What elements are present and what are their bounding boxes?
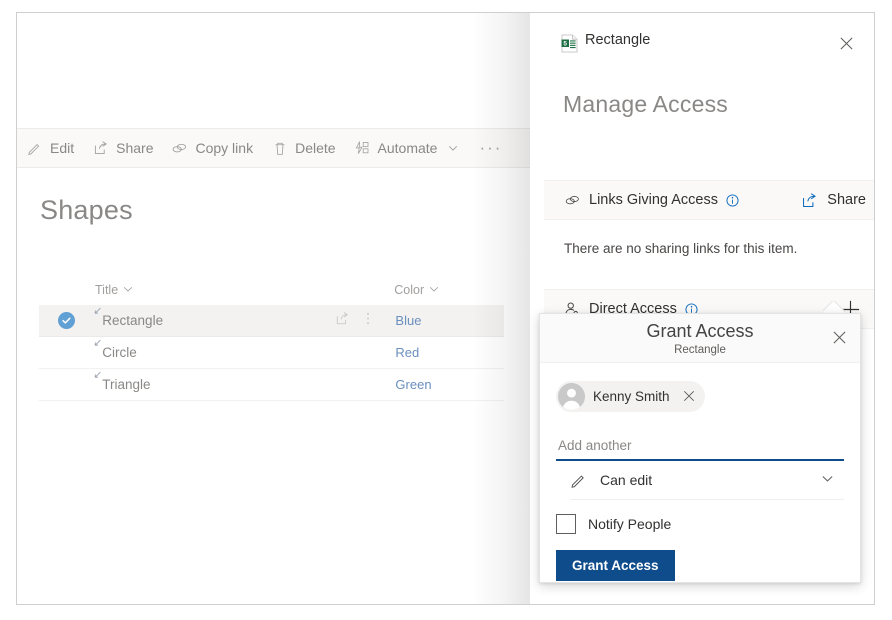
row-actions	[335, 311, 390, 331]
list-region: Edit Share Copy link Delete Automate ···…	[17, 13, 530, 604]
notify-people-row[interactable]: Notify People	[556, 514, 844, 534]
no-sharing-links-text: There are no sharing links for this item…	[564, 241, 798, 256]
links-giving-access-section-header: Links Giving Access Share	[544, 180, 874, 220]
sharepoint-list-file-icon: 5	[561, 34, 578, 58]
command-delete[interactable]: Delete	[262, 129, 344, 167]
grant-access-callout: Grant Access Rectangle Kenny Smith Add a…	[539, 313, 861, 583]
person-avatar-icon	[558, 383, 585, 410]
table-header-row: Title Color	[39, 275, 504, 305]
close-icon[interactable]	[827, 325, 852, 350]
share-link-button[interactable]: Share	[801, 192, 866, 209]
row-color-cell[interactable]: Green	[390, 377, 504, 392]
command-copy-link[interactable]: Copy link	[162, 129, 262, 167]
chevron-down-icon	[123, 284, 133, 297]
row-color-cell[interactable]: Red	[390, 345, 504, 360]
command-share[interactable]: Share	[83, 129, 162, 167]
row-select-cell[interactable]	[39, 312, 94, 329]
selected-person-name: Kenny Smith	[593, 389, 670, 404]
share-link-label: Share	[827, 192, 866, 208]
command-bar: Edit Share Copy link Delete Automate ···	[17, 128, 530, 168]
link-icon	[171, 140, 188, 157]
panel-heading: Manage Access	[563, 91, 728, 117]
panel-title: Rectangle	[585, 32, 651, 48]
chevron-down-icon	[448, 140, 458, 156]
permission-label: Can edit	[600, 472, 653, 488]
table-row[interactable]: Circle Red	[39, 337, 504, 369]
command-edit[interactable]: Edit	[17, 129, 83, 167]
notify-people-checkbox[interactable]	[556, 514, 576, 534]
automate-icon	[354, 140, 371, 157]
more-vertical-icon[interactable]	[366, 311, 370, 331]
shared-indicator-icon	[92, 306, 103, 320]
pencil-icon	[26, 140, 43, 157]
close-icon[interactable]	[833, 30, 859, 56]
row-title-cell: Triangle	[94, 371, 335, 392]
trash-icon	[271, 140, 288, 157]
table-row[interactable]: Triangle Green	[39, 369, 504, 401]
info-icon[interactable]	[726, 193, 739, 207]
links-giving-access-label-group: Links Giving Access	[564, 192, 739, 208]
pencil-icon	[570, 472, 587, 489]
svg-text:5: 5	[563, 41, 567, 48]
row-selected-check-icon	[58, 312, 76, 329]
grant-access-title: Grant Access	[646, 321, 754, 341]
permission-selector[interactable]: Can edit	[570, 461, 844, 500]
command-edit-label: Edit	[50, 140, 75, 156]
table-row[interactable]: Rectangle Blue	[39, 305, 504, 337]
remove-person-icon[interactable]	[678, 389, 700, 405]
add-another-input[interactable]	[556, 436, 844, 454]
command-automate[interactable]: Automate	[345, 129, 468, 167]
chevron-down-icon	[429, 284, 439, 297]
items-table: Title Color Rectangle Blue Circle Red Tr…	[39, 275, 504, 401]
row-title-label: Rectangle	[102, 313, 164, 328]
panel-header: 5 Rectangle	[530, 13, 874, 67]
row-title-cell: Circle	[94, 339, 335, 360]
command-copy-link-label: Copy link	[195, 140, 254, 156]
notify-people-label: Notify People	[588, 516, 672, 532]
screenshot-root: Edit Share Copy link Delete Automate ···…	[0, 0, 892, 620]
grant-access-subtitle: Rectangle	[674, 344, 726, 356]
command-automate-label: Automate	[377, 140, 438, 156]
shared-indicator-icon	[92, 370, 103, 384]
shared-indicator-icon	[92, 338, 103, 352]
row-title-cell: Rectangle	[94, 307, 335, 328]
share-icon	[801, 192, 818, 209]
column-header-color-label: Color	[394, 283, 425, 297]
column-header-color[interactable]: Color	[394, 283, 504, 297]
column-header-title-label: Title	[95, 283, 119, 297]
row-color-cell[interactable]: Blue	[390, 313, 504, 328]
link-icon	[564, 193, 581, 208]
chevron-down-icon	[821, 472, 834, 488]
command-delete-label: Delete	[295, 140, 336, 156]
links-giving-access-label: Links Giving Access	[589, 192, 718, 208]
grant-access-header: Grant Access Rectangle	[540, 314, 860, 363]
share-icon[interactable]	[335, 311, 350, 331]
grant-access-button[interactable]: Grant Access	[556, 550, 675, 581]
page-title: Shapes	[40, 195, 133, 225]
grant-access-body: Kenny Smith Can edit Notify People	[540, 363, 860, 581]
command-share-label: Share	[116, 140, 154, 156]
share-icon	[92, 140, 109, 157]
column-header-title[interactable]: Title	[95, 283, 394, 297]
command-overflow[interactable]: ···	[467, 129, 514, 167]
selected-person-pill: Kenny Smith	[556, 381, 705, 412]
add-another-field[interactable]	[556, 431, 844, 461]
